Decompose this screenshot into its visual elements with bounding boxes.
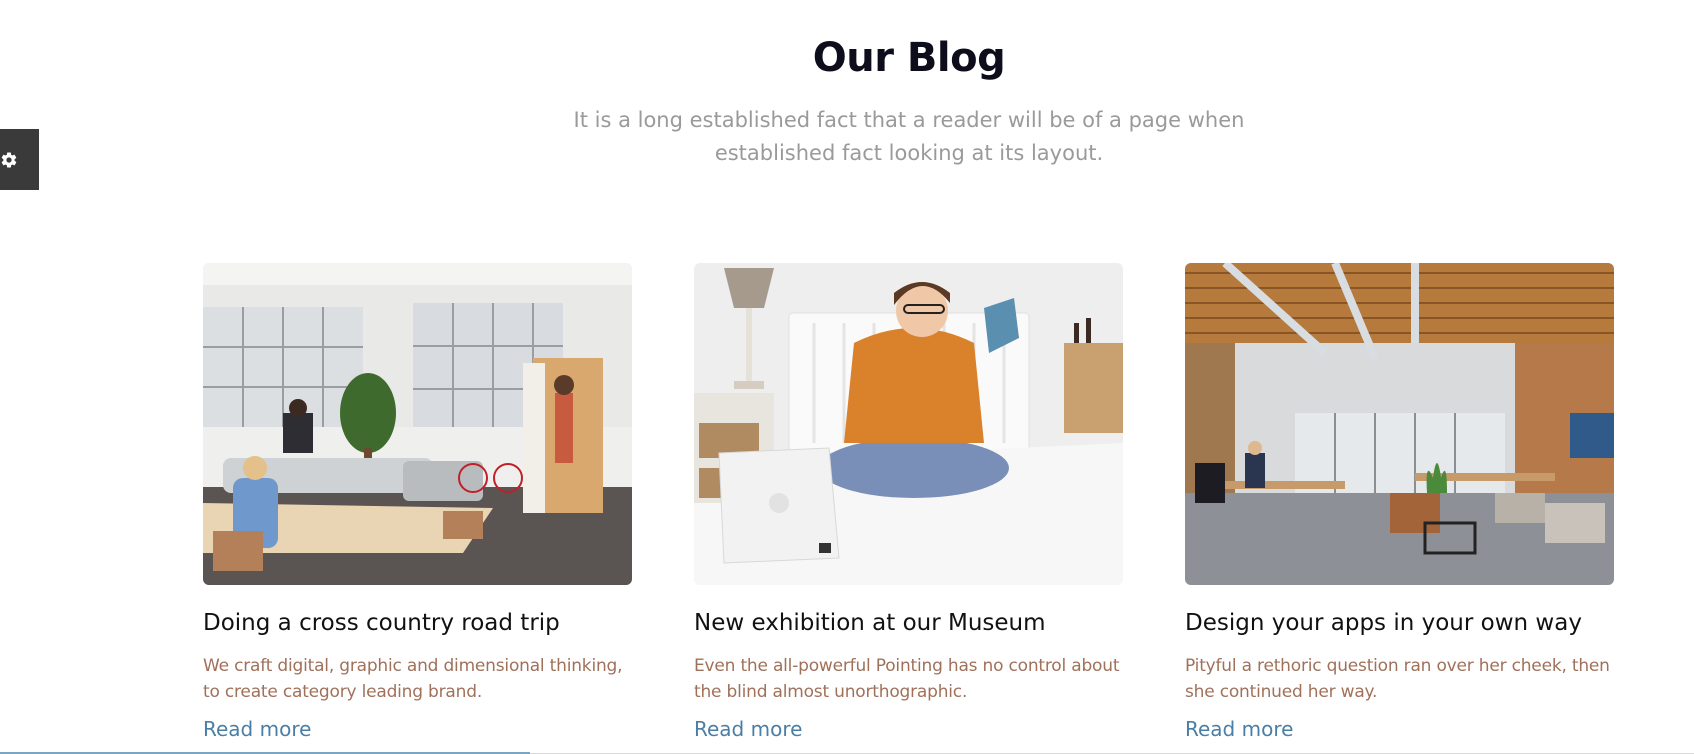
section-title: Our Blog: [812, 35, 1006, 81]
read-more-link[interactable]: Read more: [1185, 715, 1293, 743]
blog-card: Doing a cross country road trip We craft…: [203, 263, 632, 743]
blog-card-title[interactable]: New exhibition at our Museum: [694, 607, 1123, 639]
blog-card-image-woman-reading[interactable]: [694, 263, 1123, 585]
blog-card-excerpt: Pityful a rethoric question ran over her…: [1185, 656, 1610, 702]
blog-section: Our Blog It is a long established fact t…: [0, 0, 1694, 754]
blog-card-image-open-office[interactable]: [1185, 263, 1614, 585]
section-subtitle: It is a long established fact that a rea…: [573, 108, 1245, 165]
blog-card-excerpt: We craft digital, graphic and dimensiona…: [203, 656, 623, 702]
read-more-link[interactable]: Read more: [694, 715, 802, 743]
blog-card: New exhibition at our Museum Even the al…: [694, 263, 1123, 743]
read-more-link[interactable]: Read more: [203, 715, 311, 743]
blog-card-title[interactable]: Doing a cross country road trip: [203, 607, 632, 639]
blog-card-title[interactable]: Design your apps in your own way: [1185, 607, 1614, 639]
blog-card: Design your apps in your own way Pityful…: [1185, 263, 1614, 743]
blog-card-image-office-lounge[interactable]: [203, 263, 632, 585]
section-header: Our Blog It is a long established fact t…: [0, 30, 1694, 170]
blog-card-excerpt: Even the all-powerful Pointing has no co…: [694, 656, 1120, 702]
blog-card-list: Doing a cross country road trip We craft…: [203, 263, 1614, 743]
